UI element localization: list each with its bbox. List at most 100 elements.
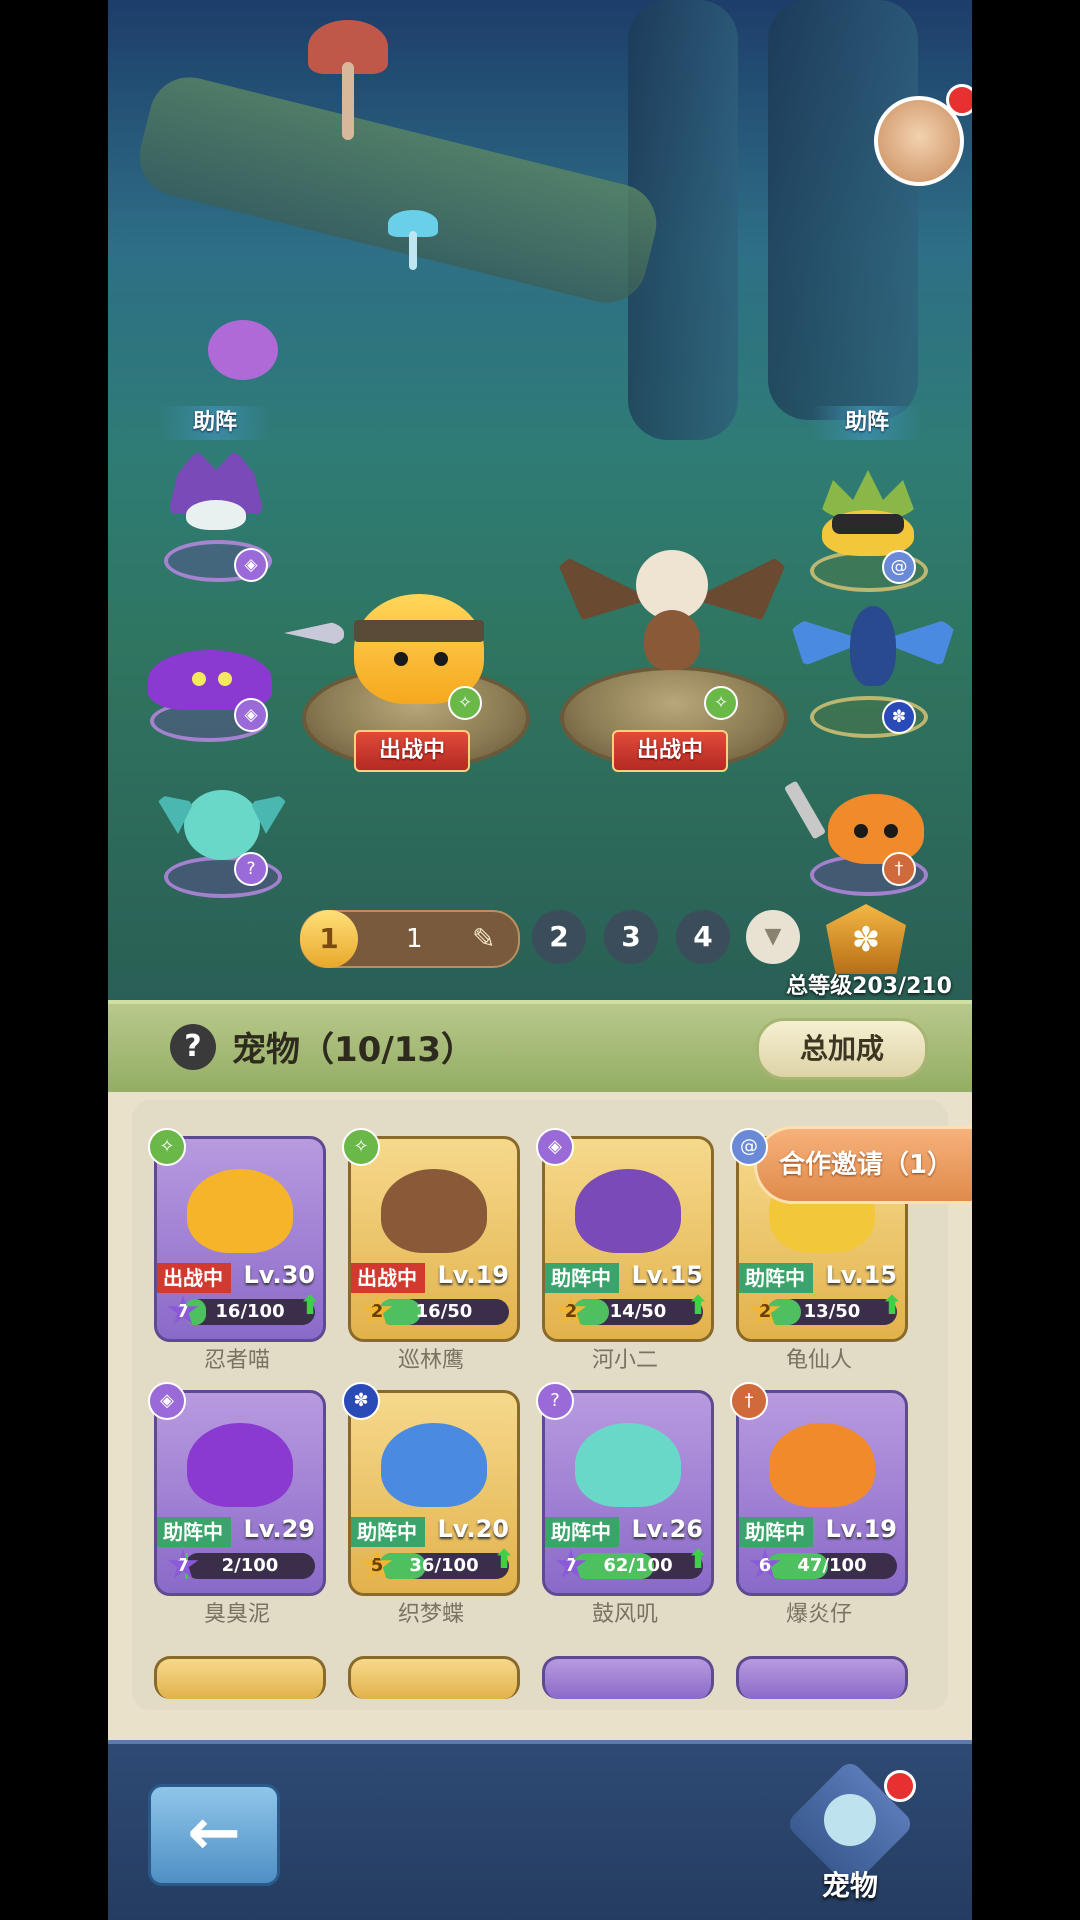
upgrade-arrow-icon[interactable]: ⬆ (493, 1545, 515, 1575)
mage-role-icon: ◈ (234, 548, 268, 582)
pet-status: 助阵中 (157, 1517, 231, 1547)
element-icon: @ (730, 1128, 768, 1166)
element-icon: ? (536, 1382, 574, 1420)
exp-text: 13/50 (803, 1301, 861, 1322)
assist-left-label: 助阵 (160, 406, 270, 440)
pet-name: 龟仙人 (785, 1348, 852, 1373)
exp-bar: 16/50 (379, 1299, 509, 1325)
element-icon: ✧ (148, 1128, 186, 1166)
pet-level: Lv.15 (631, 1261, 704, 1289)
pet-name: 河小二 (591, 1348, 658, 1373)
assist-pet-zhimengdie[interactable] (788, 596, 958, 696)
fallen-log (131, 68, 665, 312)
pet-status: 出战中 (351, 1263, 425, 1293)
pet-status: 助阵中 (545, 1263, 619, 1293)
chevron-down-icon[interactable]: ▼ (746, 910, 800, 964)
pet-status: 出战中 (157, 1263, 231, 1293)
total-bonus-button[interactable]: 总加成 (756, 1018, 928, 1080)
element-icon: ◈ (536, 1128, 574, 1166)
mushroom-decoration (388, 210, 438, 270)
ninja-role-icon: ✧ (448, 686, 482, 720)
pet-portrait (187, 1169, 293, 1253)
pet-card[interactable]: 助阵中 Lv.29 2/100 7 (154, 1390, 326, 1596)
mage-role-icon: ◈ (234, 698, 268, 732)
upgrade-arrow-icon[interactable]: ⬆ (299, 1291, 321, 1321)
left-arrow-icon[interactable]: ← (148, 1784, 280, 1886)
element-icon: ✽ (342, 1382, 380, 1420)
pet-status: 助阵中 (739, 1517, 813, 1547)
pet-card-partial[interactable] (154, 1656, 326, 1699)
paw-level-icon[interactable]: ✽ (826, 904, 906, 974)
assist-pet-guixianren[interactable] (808, 470, 928, 560)
fighting-pet-xunlinying[interactable] (552, 530, 792, 690)
pet-card[interactable]: 助阵中 Lv.20 36/100 5 ⬆ (348, 1390, 520, 1596)
upgrade-arrow-icon[interactable]: ⬆ (881, 1291, 903, 1321)
unknown-role-icon: ? (234, 852, 268, 886)
exp-text: 36/100 (409, 1555, 479, 1576)
team-tab-2[interactable]: 2 (532, 910, 586, 964)
pet-level: Lv.20 (437, 1515, 510, 1543)
flower-decoration (208, 320, 278, 380)
forest-tree (768, 0, 918, 420)
upgrade-arrow-icon[interactable]: ⬆ (687, 1291, 709, 1321)
pet-name: 织梦蝶 (397, 1602, 464, 1627)
pet-name: 爆炎仔 (785, 1602, 852, 1627)
pet-name: 鼓风叽 (591, 1602, 658, 1627)
pet-portrait (769, 1423, 875, 1507)
team-sub-label: 1 (406, 924, 423, 954)
pet-status: 助阵中 (739, 1263, 813, 1293)
avatar-notification-dot (946, 84, 972, 116)
coop-invite-button[interactable]: 合作邀请（1） (754, 1126, 972, 1204)
pet-status: 助阵中 (351, 1517, 425, 1547)
pet-name: 忍者喵 (203, 1348, 270, 1373)
team-tab-4[interactable]: 4 (676, 910, 730, 964)
team-selector: 1 1 ✎ 2 3 4 ▼ (300, 910, 800, 968)
pet-portrait (381, 1423, 487, 1507)
pet-tab-label: 宠物 (821, 1869, 878, 1902)
total-level: 总等级203/210 (786, 974, 952, 999)
exp-bar: 14/50 (573, 1299, 703, 1325)
pet-card[interactable]: 出战中 Lv.30 16/100 7 ⬆ (154, 1136, 326, 1342)
element-icon: † (730, 1382, 768, 1420)
mushroom-decoration (308, 20, 388, 140)
assist-pet-hexiaoer[interactable] (168, 450, 264, 540)
feather-icon[interactable]: ✎ (472, 922, 495, 955)
pet-card[interactable]: 助阵中 Lv.19 47/100 6 (736, 1390, 908, 1596)
pet-level: Lv.15 (825, 1261, 898, 1289)
pet-panel-header: ? 宠物（10/13） 总加成 (108, 1000, 972, 1092)
pet-level: Lv.29 (243, 1515, 316, 1543)
exp-bar: 36/100 (379, 1553, 509, 1579)
pet-card-partial[interactable] (736, 1656, 908, 1699)
fighting-pet-renzhemiao[interactable] (284, 580, 514, 710)
pet-card-partial[interactable] (348, 1656, 520, 1699)
pet-portrait (575, 1423, 681, 1507)
exp-bar: 47/100 (767, 1553, 897, 1579)
bottom-nav: ← 宠物 (108, 1740, 972, 1920)
team-tab-1[interactable]: 1 1 ✎ (300, 910, 520, 968)
pet-card-partial[interactable] (542, 1656, 714, 1699)
exp-text: 16/50 (415, 1301, 473, 1322)
upgrade-arrow-icon[interactable]: ⬆ (687, 1545, 709, 1575)
pet-panel: ? 宠物（10/13） 总加成 出战中 Lv.30 16/100 7 ⬆ ✧ 忍者喵 出战中 L… (108, 1000, 972, 1740)
pet-panel-title: 宠物（10/13） (232, 1030, 476, 1070)
pet-level: Lv.19 (437, 1261, 510, 1289)
pet-level: Lv.30 (243, 1261, 316, 1289)
paw-role-icon: ✽ (882, 700, 916, 734)
pet-portrait (575, 1169, 681, 1253)
pet-status: 助阵中 (545, 1517, 619, 1547)
help-icon[interactable]: ? (170, 1024, 216, 1070)
battle-scene: 助阵 助阵 ◈ ◈ ? @ ✽ † ✧ 出战中 ✧ 出战中 1 1 ✎ 2 3 … (108, 0, 972, 1000)
exp-text: 47/100 (797, 1555, 867, 1576)
team-tab-3[interactable]: 3 (604, 910, 658, 964)
game-screen: 助阵 助阵 ◈ ◈ ? @ ✽ † ✧ 出战中 ✧ 出战中 1 1 ✎ 2 3 … (108, 0, 972, 1920)
assist-pet-gufengji[interactable] (154, 780, 290, 870)
pet-card[interactable]: 助阵中 Lv.15 14/50 2 ⬆ (542, 1136, 714, 1342)
exp-text: 62/100 (603, 1555, 673, 1576)
pet-icon (824, 1794, 876, 1846)
pet-name: 巡林鹰 (397, 1348, 464, 1373)
spiral-role-icon: @ (882, 550, 916, 584)
pet-card[interactable]: 助阵中 Lv.26 62/100 7 ⬆ (542, 1390, 714, 1596)
exp-bar: 13/50 (767, 1299, 897, 1325)
exp-bar: 2/100 (185, 1553, 315, 1579)
pet-card[interactable]: 出战中 Lv.19 16/50 2 (348, 1136, 520, 1342)
